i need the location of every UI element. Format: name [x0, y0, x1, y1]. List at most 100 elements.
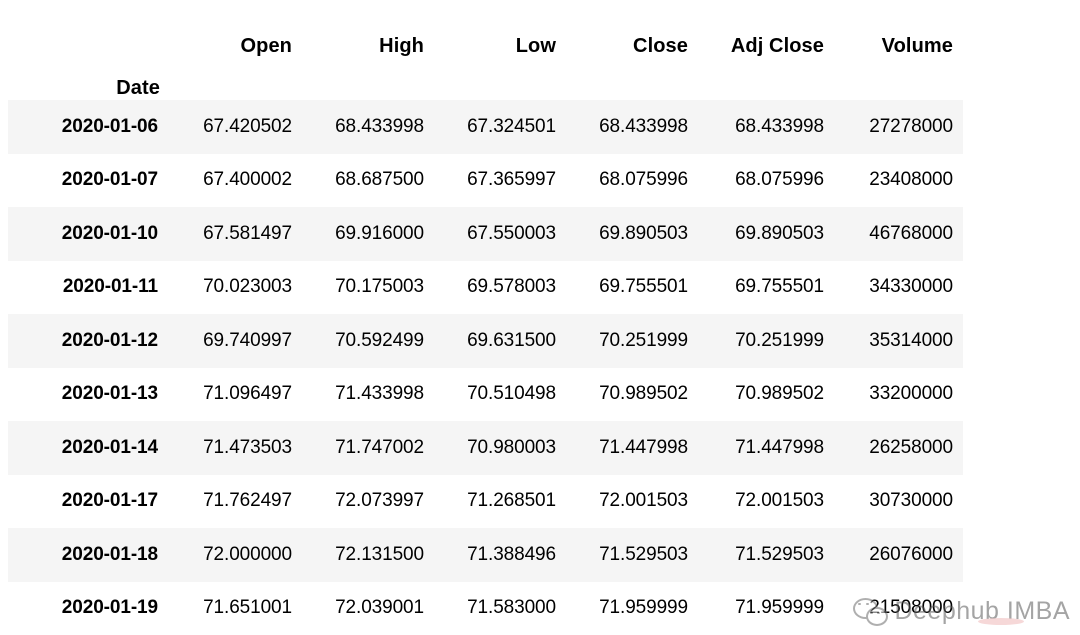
- row-index-date: 2020-01-10: [8, 207, 170, 261]
- column-header-row: Open High Low Close Adj Close Volume: [8, 0, 963, 58]
- table-row: 2020-01-1067.58149769.91600067.55000369.…: [8, 207, 963, 261]
- column-header-low[interactable]: Low: [434, 0, 566, 58]
- row-index-date: 2020-01-19: [8, 582, 170, 635]
- row-index-date: 2020-01-14: [8, 421, 170, 475]
- index-row-spacer-2: [302, 58, 434, 100]
- cell-low: 71.268501: [434, 475, 566, 529]
- cell-high: 68.687500: [302, 154, 434, 208]
- cell-low: 71.388496: [434, 528, 566, 582]
- index-name-row: Date: [8, 58, 963, 100]
- table-row: 2020-01-1170.02300370.17500369.57800369.…: [8, 261, 963, 315]
- column-header-adj-close[interactable]: Adj Close: [698, 0, 834, 58]
- index-row-spacer-4: [566, 58, 698, 100]
- row-index-date: 2020-01-07: [8, 154, 170, 208]
- column-header-close[interactable]: Close: [566, 0, 698, 58]
- cell-close: 70.989502: [566, 368, 698, 422]
- cell-open: 67.400002: [170, 154, 302, 208]
- cell-volume: 23408000: [834, 154, 963, 208]
- cell-open: 72.000000: [170, 528, 302, 582]
- cell-adj-close: 72.001503: [698, 475, 834, 529]
- table-row: 2020-01-1371.09649771.43399870.51049870.…: [8, 368, 963, 422]
- table-row: 2020-01-0767.40000268.68750067.36599768.…: [8, 154, 963, 208]
- table-header: Open High Low Close Adj Close Volume Dat…: [8, 0, 963, 100]
- cell-close: 69.890503: [566, 207, 698, 261]
- cell-high: 68.433998: [302, 100, 434, 154]
- row-index-date: 2020-01-12: [8, 314, 170, 368]
- cell-high: 69.916000: [302, 207, 434, 261]
- cell-volume: 26258000: [834, 421, 963, 475]
- cell-high: 70.175003: [302, 261, 434, 315]
- cell-close: 71.529503: [566, 528, 698, 582]
- cell-open: 69.740997: [170, 314, 302, 368]
- cell-close: 70.251999: [566, 314, 698, 368]
- cell-open: 70.023003: [170, 261, 302, 315]
- cell-volume: 30730000: [834, 475, 963, 529]
- table-row: 2020-01-1471.47350371.74700270.98000371.…: [8, 421, 963, 475]
- cell-open: 71.651001: [170, 582, 302, 635]
- table-body: 2020-01-0667.42050268.43399867.32450168.…: [8, 100, 963, 635]
- column-header-high[interactable]: High: [302, 0, 434, 58]
- cell-close: 72.001503: [566, 475, 698, 529]
- cell-low: 70.510498: [434, 368, 566, 422]
- cell-high: 70.592499: [302, 314, 434, 368]
- table-row: 2020-01-1771.76249772.07399771.26850172.…: [8, 475, 963, 529]
- dataframe-table: Open High Low Close Adj Close Volume Dat…: [8, 0, 963, 635]
- cell-high: 72.073997: [302, 475, 434, 529]
- cell-high: 72.039001: [302, 582, 434, 635]
- cell-volume: 33200000: [834, 368, 963, 422]
- row-index-date: 2020-01-13: [8, 368, 170, 422]
- cell-adj-close: 71.529503: [698, 528, 834, 582]
- cell-open: 71.473503: [170, 421, 302, 475]
- cell-volume: 34330000: [834, 261, 963, 315]
- cell-close: 68.433998: [566, 100, 698, 154]
- cell-open: 67.420502: [170, 100, 302, 154]
- cell-low: 71.583000: [434, 582, 566, 635]
- cell-close: 71.447998: [566, 421, 698, 475]
- table-row: 2020-01-0667.42050268.43399867.32450168.…: [8, 100, 963, 154]
- table-row: 2020-01-1269.74099770.59249969.63150070.…: [8, 314, 963, 368]
- dataframe-container: Open High Low Close Adj Close Volume Dat…: [8, 0, 963, 635]
- cell-adj-close: 71.959999: [698, 582, 834, 635]
- cell-open: 71.096497: [170, 368, 302, 422]
- cell-low: 70.980003: [434, 421, 566, 475]
- cell-volume: 35314000: [834, 314, 963, 368]
- table-row: 2020-01-1872.00000072.13150071.38849671.…: [8, 528, 963, 582]
- cell-low: 67.550003: [434, 207, 566, 261]
- cell-low: 69.631500: [434, 314, 566, 368]
- cell-low: 67.324501: [434, 100, 566, 154]
- cell-close: 68.075996: [566, 154, 698, 208]
- table-row: 2020-01-1971.65100172.03900171.58300071.…: [8, 582, 963, 635]
- watermark-blotch: [978, 618, 1024, 625]
- row-index-date: 2020-01-06: [8, 100, 170, 154]
- cell-volume: 46768000: [834, 207, 963, 261]
- index-name-date: Date: [8, 58, 170, 100]
- cell-adj-close: 71.447998: [698, 421, 834, 475]
- index-row-spacer-3: [434, 58, 566, 100]
- corner-blank-cell: [8, 0, 170, 58]
- index-row-spacer-1: [170, 58, 302, 100]
- cell-volume: 21508000: [834, 582, 963, 635]
- cell-low: 69.578003: [434, 261, 566, 315]
- column-header-open[interactable]: Open: [170, 0, 302, 58]
- cell-open: 67.581497: [170, 207, 302, 261]
- cell-high: 71.433998: [302, 368, 434, 422]
- cell-high: 72.131500: [302, 528, 434, 582]
- cell-adj-close: 68.433998: [698, 100, 834, 154]
- cell-adj-close: 68.075996: [698, 154, 834, 208]
- cell-close: 69.755501: [566, 261, 698, 315]
- cell-adj-close: 69.755501: [698, 261, 834, 315]
- index-row-spacer-6: [834, 58, 963, 100]
- cell-adj-close: 70.989502: [698, 368, 834, 422]
- row-index-date: 2020-01-17: [8, 475, 170, 529]
- cell-low: 67.365997: [434, 154, 566, 208]
- cell-open: 71.762497: [170, 475, 302, 529]
- cell-high: 71.747002: [302, 421, 434, 475]
- cell-volume: 26076000: [834, 528, 963, 582]
- row-index-date: 2020-01-11: [8, 261, 170, 315]
- column-header-volume[interactable]: Volume: [834, 0, 963, 58]
- cell-adj-close: 69.890503: [698, 207, 834, 261]
- row-index-date: 2020-01-18: [8, 528, 170, 582]
- cell-close: 71.959999: [566, 582, 698, 635]
- index-row-spacer-5: [698, 58, 834, 100]
- cell-volume: 27278000: [834, 100, 963, 154]
